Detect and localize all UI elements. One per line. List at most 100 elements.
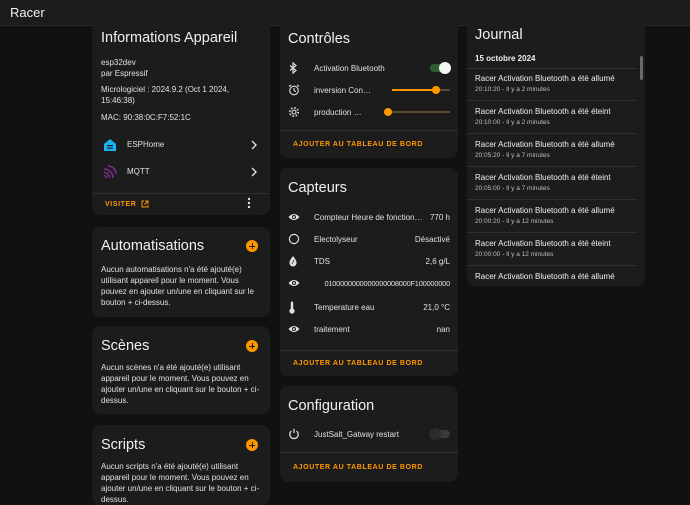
slider-thumb[interactable] — [384, 108, 392, 116]
control-bluetooth-label: Activation Bluetooth — [314, 63, 385, 73]
open-in-new-icon — [141, 200, 149, 208]
control-inversion-label: inversion Con… — [314, 85, 371, 95]
journal-entry-text: Racer Activation Bluetooth a été allumé — [475, 272, 615, 281]
journal-entry-time: 20:10:00 - Il y a 2 minutes — [475, 119, 550, 126]
eye-icon — [288, 324, 308, 334]
journal-title: Journal — [475, 27, 523, 43]
sensor-row[interactable]: traitement nan — [288, 320, 450, 338]
automations-empty-text: Aucun automatisations n'a été ajouté(e) … — [101, 265, 254, 307]
sensor-row[interactable]: Electolyseur Désactivé — [288, 230, 450, 248]
sensor-row[interactable]: 0100000000000000008000F100000000 — [288, 274, 450, 292]
automations-card: Automatisations Aucun automatisations n'… — [92, 227, 270, 317]
sensors-card: Capteurs Compteur Heure de fonction… 770… — [280, 168, 458, 376]
controls-title: Contrôles — [288, 31, 351, 47]
slider-thumb[interactable] — [431, 86, 440, 94]
bluetooth-toggle[interactable] — [430, 62, 451, 74]
divider — [280, 452, 458, 453]
integration-esphome-label: ESPHome — [127, 140, 165, 149]
thermometer-icon — [288, 301, 308, 314]
chevron-right-icon — [250, 140, 258, 150]
journal-entry-text: Racer Activation Bluetooth a été allumé — [475, 74, 615, 83]
scenes-card: Scènes Aucun scènes n'a été ajouté(e) ut… — [92, 326, 270, 414]
journal-entry[interactable]: Racer Activation Bluetooth a été éteint … — [467, 234, 637, 266]
controls-add-to-dashboard-button[interactable]: AJOUTER AU TABLEAU DE BORD — [293, 141, 423, 148]
sensor-row[interactable]: TDS 2,6 g/L — [288, 252, 450, 270]
journal-entry-time: 20:05:00 - Il y a 7 minutes — [475, 185, 550, 192]
device-info-card: Informations Appareil esp32dev par Espre… — [92, 20, 270, 215]
sensor-value: Désactivé — [414, 234, 450, 244]
sensors-title: Capteurs — [288, 180, 347, 196]
chevron-right-icon — [250, 167, 258, 177]
scenes-title: Scènes — [101, 338, 150, 354]
scripts-title: Scripts — [101, 437, 146, 453]
mqtt-icon — [103, 165, 117, 179]
config-restart-label: JustSalt_Gatway restart — [314, 429, 399, 439]
inversion-slider[interactable] — [392, 85, 450, 95]
sensor-row[interactable]: Temperature eau 21,0 °C — [288, 298, 450, 316]
integration-mqtt-label: MQTT — [127, 167, 150, 176]
journal-entry[interactable]: Racer Activation Bluetooth a été allumé … — [467, 69, 637, 101]
add-script-button[interactable] — [246, 439, 258, 451]
journal-entry-text: Racer Activation Bluetooth a été éteint — [475, 239, 611, 248]
circle-outline-icon — [288, 233, 308, 245]
production-slider[interactable] — [384, 107, 450, 117]
toggle-knob — [439, 62, 451, 74]
journal-entry-text: Racer Activation Bluetooth a été allumé — [475, 140, 615, 149]
slider-track — [388, 111, 450, 113]
esphome-icon — [103, 138, 117, 152]
journal-entry-text: Racer Activation Bluetooth a été éteint — [475, 173, 611, 182]
sensor-value: 770 h — [429, 212, 450, 222]
device-info-title: Informations Appareil — [101, 30, 238, 46]
sensor-value: 2,6 g/L — [425, 256, 450, 266]
eye-icon — [288, 278, 308, 288]
control-bluetooth-row[interactable]: Activation Bluetooth — [288, 59, 451, 77]
control-production-row: production Co… — [288, 103, 450, 121]
device-manufacturer: par Espressif — [101, 69, 148, 78]
journal-entry[interactable]: Racer Activation Bluetooth a été allumé — [467, 267, 637, 286]
journal-entry-time: 20:00:00 - Il y a 12 minutes — [475, 251, 554, 258]
journal-date: 15 octobre 2024 — [475, 54, 536, 63]
divider — [92, 193, 270, 194]
sensor-row[interactable]: Compteur Heure de fonction… 770 h — [288, 208, 450, 226]
integration-esphome[interactable]: ESPHome — [92, 134, 270, 156]
journal-list[interactable]: Racer Activation Bluetooth a été allumé … — [467, 69, 645, 286]
journal-entry[interactable]: Racer Activation Bluetooth a été éteint … — [467, 102, 637, 134]
sensor-value: 0100000000000000008000F100000000 — [324, 278, 450, 288]
configuration-add-to-dashboard-button[interactable]: AJOUTER AU TABLEAU DE BORD — [293, 464, 423, 471]
configuration-card: Configuration JustSalt_Gatway restart AJ… — [280, 386, 458, 482]
config-restart-row[interactable]: JustSalt_Gatway restart — [288, 425, 450, 443]
sensor-label: Compteur Heure de fonction… — [314, 212, 423, 222]
sensor-value: 21,0 °C — [423, 302, 450, 312]
control-production-label: production Co… — [314, 107, 366, 117]
journal-card: Journal 15 octobre 2024 Racer Activation… — [467, 20, 645, 286]
add-scene-button[interactable] — [246, 340, 258, 352]
journal-entry-text: Racer Activation Bluetooth a été éteint — [475, 107, 611, 116]
journal-entry[interactable]: Racer Activation Bluetooth a été allumé … — [467, 201, 637, 233]
gear-icon — [288, 106, 308, 118]
water-drop-icon — [288, 255, 308, 267]
slider-fill — [392, 89, 436, 91]
journal-scrollbar[interactable] — [640, 56, 643, 80]
visit-button[interactable]: VISITER — [105, 197, 149, 211]
journal-entry[interactable]: Racer Activation Bluetooth a été éteint … — [467, 168, 637, 200]
journal-entry-text: Racer Activation Bluetooth a été allumé — [475, 206, 615, 215]
restart-toggle[interactable] — [429, 428, 450, 440]
device-mac: MAC: 90:38:0C:F7:52:1C — [101, 113, 191, 122]
journal-entry-time: 20:05:20 - Il y a 7 minutes — [475, 152, 550, 159]
automations-title: Automatisations — [101, 238, 205, 254]
sensor-label: Temperature eau — [314, 302, 375, 312]
visit-label: VISITER — [105, 200, 137, 208]
device-firmware: Micrologiciel : 2024.9.2 (Oct 1 2024, 15… — [101, 85, 230, 105]
scripts-card: Scripts Aucun scripts n'a été ajouté(e) … — [92, 425, 270, 505]
device-model: esp32dev — [101, 58, 136, 67]
integration-mqtt[interactable]: MQTT — [92, 161, 270, 183]
sensors-add-to-dashboard-button[interactable]: AJOUTER AU TABLEAU DE BORD — [293, 360, 423, 367]
sensor-label: TDS — [314, 256, 330, 266]
control-inversion-row: inversion Con… — [288, 81, 450, 99]
timer-icon — [288, 84, 308, 96]
more-options-icon[interactable] — [247, 197, 251, 209]
page-title: Racer — [10, 5, 45, 20]
divider — [280, 350, 458, 351]
journal-entry[interactable]: Racer Activation Bluetooth a été allumé … — [467, 135, 637, 167]
add-automation-button[interactable] — [246, 240, 258, 252]
